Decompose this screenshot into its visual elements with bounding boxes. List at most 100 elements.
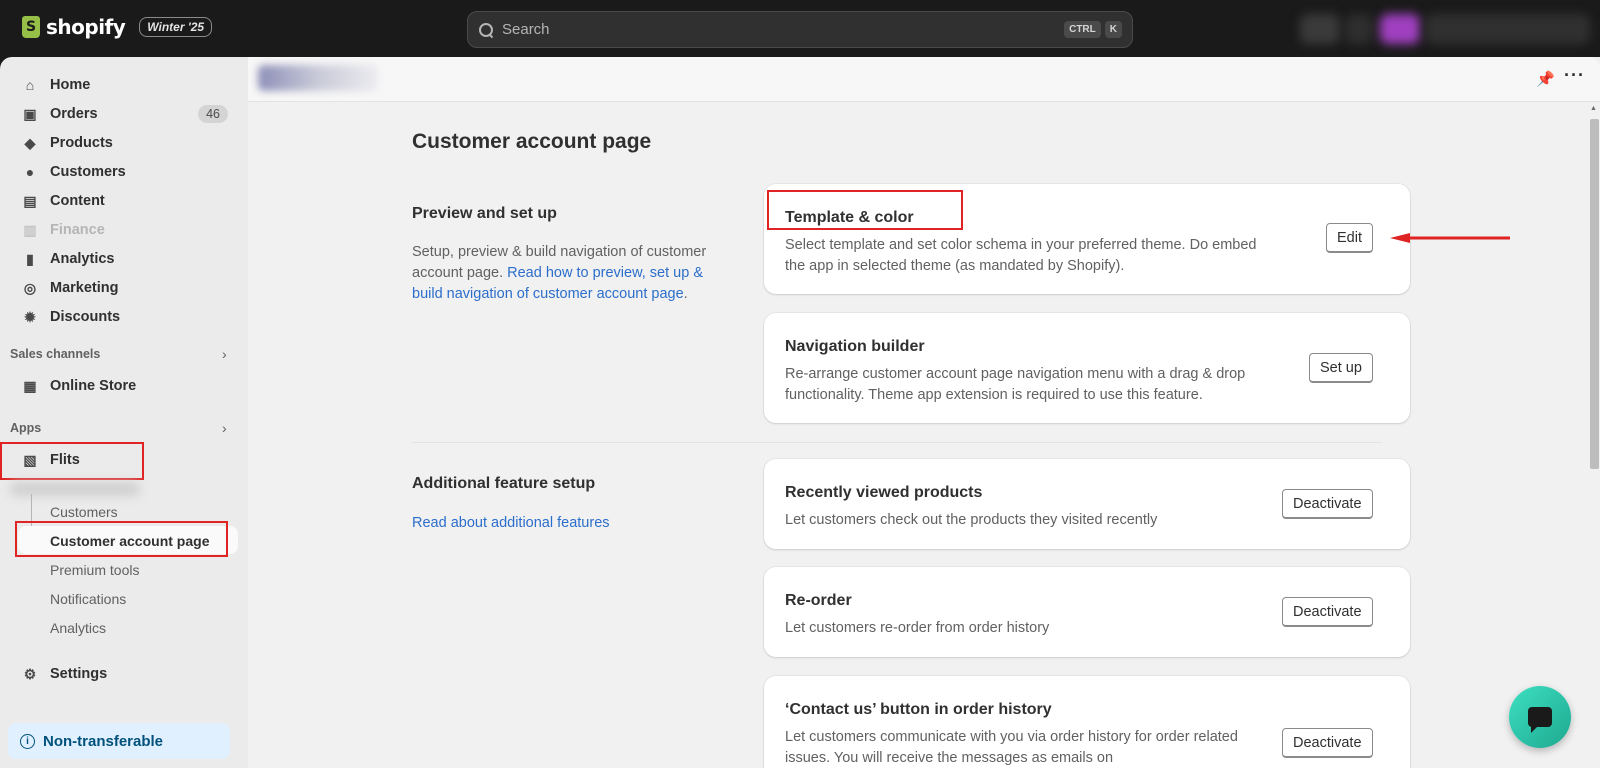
pin-icon[interactable]: 📌 bbox=[1536, 70, 1555, 88]
sidebar-item-finance[interactable]: ▥ Finance bbox=[12, 216, 236, 244]
sidebar-item-label: Finance bbox=[50, 222, 105, 238]
sidebar-item-label: Marketing bbox=[50, 280, 119, 296]
set-up-button[interactable]: Set up bbox=[1309, 353, 1373, 383]
additional-features-link[interactable]: Read about additional features bbox=[412, 513, 722, 534]
gear-icon: ⚙ bbox=[23, 665, 37, 682]
card-title: ‘Contact us’ button in order history bbox=[785, 701, 1052, 718]
sidebar-item-analytics[interactable]: ▮ Analytics bbox=[12, 245, 236, 273]
scrollbar-thumb[interactable] bbox=[1590, 119, 1599, 469]
non-transferable-label: Non-transferable bbox=[43, 732, 164, 750]
shopify-bag-icon bbox=[22, 16, 40, 38]
sidebar-item-content[interactable]: ▤ Content bbox=[12, 187, 236, 215]
sidebar-subitem-analytics[interactable]: Analytics bbox=[50, 620, 106, 636]
top-bar: shopify Winter '25 Search CTRL K bbox=[0, 0, 1600, 57]
account-avatar[interactable] bbox=[1380, 14, 1420, 44]
blurred-app-item bbox=[10, 482, 140, 496]
sales-channels-heading[interactable]: Sales channels bbox=[10, 347, 100, 361]
sidebar-item-label: Online Store bbox=[50, 378, 137, 394]
search-placeholder: Search bbox=[502, 21, 550, 38]
target-icon: ◎ bbox=[23, 279, 37, 296]
card-re-order: Re-order Let customers re-order from ord… bbox=[764, 567, 1410, 657]
edit-button[interactable]: Edit bbox=[1326, 223, 1373, 253]
sidebar-item-online-store[interactable]: ▦ Online Store bbox=[12, 372, 236, 400]
sidebar-item-customers[interactable]: ● Customers bbox=[12, 158, 236, 186]
annotation-box-template-color bbox=[767, 190, 963, 230]
discount-icon: ✹ bbox=[24, 308, 36, 325]
scroll-up-arrow-icon[interactable]: ▲ bbox=[1590, 105, 1597, 112]
chevron-right-icon[interactable]: › bbox=[222, 346, 227, 362]
scroll-fade bbox=[0, 644, 248, 656]
account-name[interactable] bbox=[1425, 14, 1590, 44]
image-icon: ▤ bbox=[23, 192, 37, 209]
chat-bubble-icon bbox=[1528, 707, 1552, 733]
deactivate-button[interactable]: Deactivate bbox=[1282, 597, 1373, 627]
card-description: Let customers check out the products the… bbox=[785, 512, 1158, 528]
edition-badge: Winter '25 bbox=[139, 17, 213, 37]
chat-launcher-button[interactable] bbox=[1509, 686, 1571, 748]
sidebar-subitem-premium-tools[interactable]: Premium tools bbox=[50, 562, 139, 578]
card-navigation-builder: Navigation builder Re-arrange customer a… bbox=[764, 313, 1410, 423]
shortcut-key-k: K bbox=[1104, 21, 1122, 38]
sidebar-item-label: Content bbox=[50, 193, 105, 209]
shopify-logo[interactable]: shopify Winter '25 bbox=[22, 15, 213, 39]
bar-chart-icon: ▮ bbox=[26, 250, 34, 267]
sidebar-subitem-customers[interactable]: Customers bbox=[50, 504, 118, 520]
sidebar-item-label: Home bbox=[50, 77, 91, 93]
shortcut-key-ctrl: CTRL bbox=[1064, 21, 1101, 38]
chevron-right-icon[interactable]: › bbox=[222, 420, 227, 436]
card-title: Navigation builder bbox=[785, 338, 925, 355]
card-description: Select template and set color schema in … bbox=[785, 237, 1257, 274]
non-transferable-banner[interactable]: i Non-transferable bbox=[8, 723, 230, 759]
sidebar-subitem-notifications[interactable]: Notifications bbox=[50, 591, 126, 607]
card-description: Let customers communicate with you via o… bbox=[785, 729, 1238, 766]
sidebar-item-label: Orders bbox=[50, 106, 98, 122]
card-description: Re-arrange customer account page navigat… bbox=[785, 366, 1246, 403]
sidebar-item-label: Discounts bbox=[50, 309, 121, 325]
sidebar-item-label: Customers bbox=[50, 164, 126, 180]
page-title: Customer account page bbox=[412, 130, 652, 153]
card-title: Re-order bbox=[785, 592, 852, 609]
sidebar-item-label: Products bbox=[50, 135, 113, 151]
home-icon: ⌂ bbox=[25, 77, 35, 93]
blurred-app-title bbox=[258, 65, 378, 91]
sidebar-item-products[interactable]: ◆ Products bbox=[12, 129, 236, 157]
sidebar: ⌂ Home ▣ Orders 46 ◆ Products ● Customer… bbox=[0, 57, 248, 768]
annotation-box-customer-account-page bbox=[15, 521, 228, 557]
sidebar-item-orders[interactable]: ▣ Orders 46 bbox=[12, 100, 236, 128]
info-icon: i bbox=[20, 733, 35, 749]
section-title-preview: Preview and set up bbox=[412, 205, 557, 222]
sidebar-item-settings[interactable]: ⚙ Settings bbox=[12, 660, 236, 688]
tag-icon: ◆ bbox=[24, 134, 36, 151]
search-bar[interactable]: Search CTRL K bbox=[467, 11, 1133, 48]
sidebar-item-marketing[interactable]: ◎ Marketing bbox=[12, 274, 236, 302]
section-divider bbox=[412, 442, 1382, 443]
storefront-icon: ▦ bbox=[23, 377, 37, 394]
search-icon bbox=[478, 22, 494, 38]
card-description: Let customers re-order from order histor… bbox=[785, 620, 1050, 636]
more-options-icon[interactable]: ··· bbox=[1564, 65, 1585, 86]
bank-icon: ▥ bbox=[23, 221, 37, 238]
card-title: Recently viewed products bbox=[785, 484, 983, 501]
store-switcher[interactable] bbox=[1300, 14, 1340, 44]
annotation-box-flits bbox=[0, 442, 144, 480]
section-description-end: . bbox=[683, 286, 688, 302]
apps-heading[interactable]: Apps bbox=[10, 421, 41, 435]
brand-name: shopify bbox=[46, 15, 126, 39]
orders-count-badge: 46 bbox=[198, 105, 228, 123]
deactivate-button[interactable]: Deactivate bbox=[1282, 489, 1373, 519]
notifications-button[interactable] bbox=[1345, 14, 1373, 44]
app-header: 📌 ··· bbox=[248, 57, 1600, 102]
sidebar-item-home[interactable]: ⌂ Home bbox=[12, 71, 236, 99]
card-recently-viewed-products: Recently viewed products Let customers c… bbox=[764, 459, 1410, 549]
section-title-additional: Additional feature setup bbox=[412, 475, 596, 492]
main-content: 📌 ··· ▲ Customer account page Preview an… bbox=[248, 57, 1600, 768]
section-description-preview: Setup, preview & build navigation of cus… bbox=[412, 242, 722, 305]
person-icon: ● bbox=[25, 164, 35, 180]
orders-icon: ▣ bbox=[23, 105, 37, 122]
sidebar-item-label: Analytics bbox=[50, 251, 115, 267]
annotation-arrow bbox=[1390, 233, 1510, 243]
sidebar-item-discounts[interactable]: ✹ Discounts bbox=[12, 303, 236, 331]
sidebar-item-label: Settings bbox=[50, 666, 108, 682]
deactivate-button[interactable]: Deactivate bbox=[1282, 728, 1373, 758]
card-contact-us: ‘Contact us’ button in order history Let… bbox=[764, 676, 1410, 768]
